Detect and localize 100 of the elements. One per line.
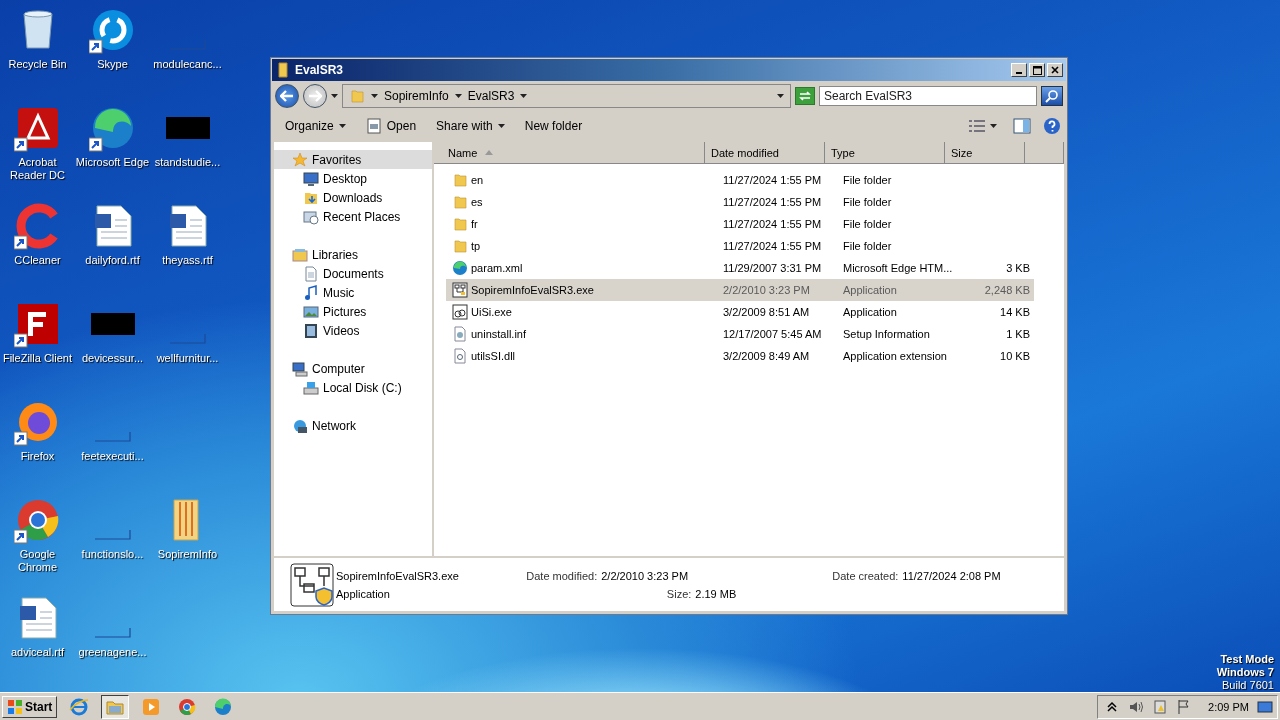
detail-value: 2/2/2010 3:23 PM bbox=[601, 569, 689, 582]
folder-icon bbox=[349, 88, 365, 104]
nav-item[interactable]: Music bbox=[274, 283, 432, 302]
desktop-icon bbox=[303, 170, 319, 187]
toolbar-button[interactable]: Organize bbox=[277, 115, 354, 137]
breadcrumb-item[interactable]: SopiremInfo bbox=[384, 89, 449, 103]
caret-icon bbox=[497, 124, 505, 128]
desktop-icon-label[interactable]: feetexecuti... bbox=[75, 450, 150, 463]
type-cell-text: File folder bbox=[842, 174, 893, 186]
start-button[interactable]: Start bbox=[2, 695, 58, 718]
test-mode-text: Build 7601 bbox=[1222, 679, 1274, 692]
nav-item[interactable]: Downloads bbox=[274, 188, 432, 207]
toolbar-button[interactable]: New folder bbox=[516, 115, 591, 137]
network-icon bbox=[292, 417, 308, 434]
date-cell-text: 11/27/2024 1:55 PM bbox=[722, 218, 823, 230]
file-type: Application bbox=[336, 587, 391, 600]
nav-item[interactable]: Libraries bbox=[274, 245, 432, 264]
nav-item[interactable]: Local Disk (C:) bbox=[274, 378, 432, 397]
star-icon bbox=[292, 151, 308, 168]
column-header[interactable]: Size bbox=[945, 142, 1025, 164]
documents-icon bbox=[303, 265, 319, 282]
column-header[interactable]: Date modified bbox=[705, 142, 825, 164]
type-cell-text: Application bbox=[842, 284, 898, 296]
file-row[interactable]: utilsSI.dll 3/2/2009 8:49 AM Application extension 10 KB bbox=[446, 345, 1034, 367]
disk-drive-icon bbox=[303, 379, 319, 396]
taskbar-edge-icon bbox=[213, 696, 234, 717]
taskbar-media-icon bbox=[141, 696, 162, 717]
file-name: es bbox=[471, 196, 483, 208]
back-button[interactable] bbox=[275, 84, 299, 108]
help-icon[interactable] bbox=[1043, 117, 1061, 135]
toolbar-button[interactable]: Open bbox=[357, 114, 425, 138]
desktop-icon-label[interactable]: Microsoft Edge bbox=[75, 156, 150, 169]
column-header[interactable]: Type bbox=[825, 142, 945, 164]
show-desktop-icon[interactable] bbox=[1257, 698, 1273, 715]
close-button[interactable] bbox=[1047, 63, 1063, 77]
file-row[interactable]: es 11/27/2024 1:55 PM File folder bbox=[446, 191, 1034, 213]
nav-item[interactable]: Computer bbox=[274, 359, 432, 378]
taskbar-app-button[interactable] bbox=[101, 694, 130, 719]
file-name: fr bbox=[471, 218, 478, 230]
folder-icon bbox=[452, 194, 468, 210]
nav-item[interactable]: Documents bbox=[274, 264, 432, 283]
file-row[interactable]: tp 11/27/2024 1:55 PM File folder bbox=[446, 235, 1034, 257]
detail-label: Date created: bbox=[832, 569, 899, 582]
preview-pane-icon[interactable] bbox=[1013, 118, 1031, 134]
size-cell-text: 1 KB bbox=[1005, 328, 1031, 340]
date-cell-text: 2/2/2010 3:23 PM bbox=[722, 284, 811, 296]
breadcrumb-item[interactable]: EvalSR3 bbox=[467, 89, 515, 103]
header-filler bbox=[1025, 142, 1064, 164]
thumbnail-icon bbox=[94, 530, 131, 540]
toolbar-button[interactable]: Share with bbox=[428, 115, 513, 137]
view-options-icon[interactable] bbox=[968, 119, 986, 133]
thumbnail-icon bbox=[94, 628, 131, 638]
desktop-icon-label[interactable]: CCleaner bbox=[0, 254, 75, 267]
search-button[interactable] bbox=[1041, 86, 1063, 106]
desktop-icon-label[interactable]: Acrobat Reader DC bbox=[0, 156, 75, 182]
computer-icon bbox=[292, 360, 308, 377]
file-row[interactable]: UiSi.exe 3/2/2009 8:51 AM Application 14 KB bbox=[446, 301, 1034, 323]
desktop-icon-label[interactable]: Skype bbox=[75, 58, 150, 71]
taskbar-chrome-icon bbox=[177, 696, 198, 717]
file-name: UiSi.exe bbox=[471, 306, 512, 318]
nav-item[interactable]: Favorites bbox=[274, 150, 432, 169]
forward-button[interactable] bbox=[303, 84, 327, 108]
libraries-icon bbox=[292, 246, 308, 263]
file-row[interactable]: param.xml 11/29/2007 3:31 PM Microsoft Edge HTM... 3 KB bbox=[446, 257, 1034, 279]
clock[interactable]: 2:09 PM bbox=[1208, 700, 1249, 713]
sort-icon bbox=[485, 150, 494, 155]
search-icon bbox=[1045, 89, 1059, 103]
windows-logo-icon bbox=[7, 698, 23, 715]
nav-item[interactable]: Desktop bbox=[274, 169, 432, 188]
nav-item[interactable]: Recent Places bbox=[274, 207, 432, 226]
open-icon bbox=[365, 118, 382, 134]
application-icon bbox=[290, 562, 334, 607]
minimize-button[interactable] bbox=[1011, 63, 1027, 77]
recent-places-icon bbox=[303, 208, 319, 225]
desktop-icon-label[interactable]: modulecanc... bbox=[150, 58, 225, 71]
nav-item[interactable]: Videos bbox=[274, 321, 432, 340]
desktop-icon-label[interactable]: FileZilla Client bbox=[0, 352, 75, 365]
file-name: SopiremInfoEvalSR3.exe bbox=[336, 569, 460, 582]
desktop-icon-label[interactable]: Firefox bbox=[0, 450, 75, 463]
desktop-icon-label[interactable]: dailyford.rtf bbox=[75, 254, 150, 267]
file-row[interactable]: en 11/27/2024 1:55 PM File folder bbox=[446, 169, 1034, 191]
desktop-icon-label[interactable]: standstudie... bbox=[150, 156, 225, 169]
refresh-icon bbox=[798, 90, 812, 102]
file-row[interactable]: fr 11/27/2024 1:55 PM File folder bbox=[446, 213, 1034, 235]
desktop-icon-label[interactable]: theyass.rtf bbox=[150, 254, 225, 267]
desktop-icon-label[interactable]: devicessur... bbox=[75, 352, 150, 365]
desktop-icon-label[interactable]: wellfurnitur... bbox=[150, 352, 225, 365]
desktop-icon-label[interactable]: Recycle Bin bbox=[0, 58, 75, 71]
column-header[interactable]: Name bbox=[434, 142, 705, 164]
search-field[interactable]: Search EvalSR3 bbox=[819, 86, 1037, 106]
file-row[interactable]: uninstall.inf 12/17/2007 5:45 AM Setup Information 1 KB bbox=[446, 323, 1034, 345]
file-row[interactable]: SopiremInfoEvalSR3.exe 2/2/2010 3:23 PM Application 2,248 KB bbox=[446, 279, 1034, 301]
refresh-button[interactable] bbox=[795, 87, 815, 105]
nav-item[interactable]: Pictures bbox=[274, 302, 432, 321]
address-bar[interactable]: SopiremInfo EvalSR3 bbox=[342, 84, 791, 108]
caret-icon bbox=[454, 94, 462, 98]
desktop-icon-label[interactable]: Google Chrome bbox=[0, 548, 75, 574]
close-icon bbox=[1051, 66, 1059, 74]
maximize-button[interactable] bbox=[1029, 63, 1045, 77]
nav-item[interactable]: Network bbox=[274, 416, 432, 435]
